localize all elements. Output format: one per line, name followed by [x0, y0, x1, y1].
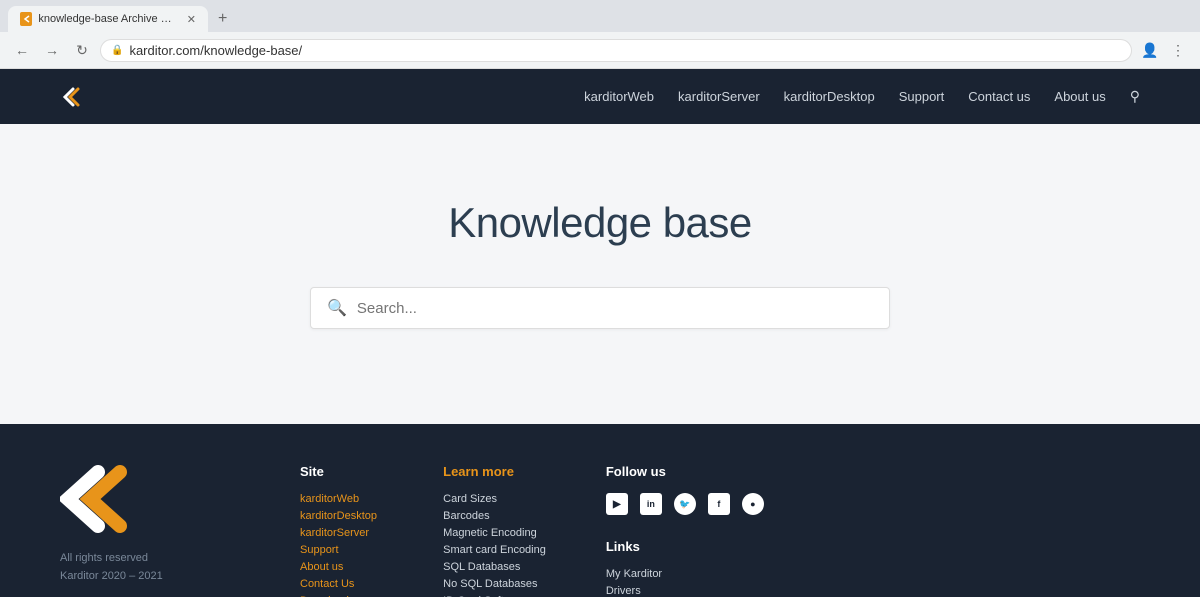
browser-tabs: knowledge-base Archive – Kardi ✕ +	[0, 0, 1200, 32]
browser-chrome: knowledge-base Archive – Kardi ✕ + ← → ↻…	[0, 0, 1200, 69]
tab-close-button[interactable]: ✕	[187, 13, 196, 26]
footer-learn-idcard[interactable]: ID Card Software	[443, 595, 546, 597]
links-col-title: Links	[606, 539, 764, 554]
footer-brand: All rights reservedKarditor 2020 – 2021 …	[60, 464, 260, 597]
follow-icons: ▶ in 🐦 f ●	[606, 493, 764, 515]
nav-link-karditorweb[interactable]: karditorWeb	[584, 89, 654, 104]
learn-col-title: Learn more	[443, 464, 546, 479]
footer-learn-sql[interactable]: SQL Databases	[443, 561, 546, 573]
address-bar[interactable]: 🔒	[100, 39, 1132, 62]
hero-section: Knowledge base 🔍	[0, 124, 1200, 424]
nav-links: karditorWeb karditorServer karditorDeskt…	[584, 88, 1140, 105]
footer-learn-barcodes[interactable]: Barcodes	[443, 510, 546, 522]
browser-toolbar: ← → ↻ 🔒 👤 ⋮	[0, 32, 1200, 68]
footer-follow-column: Follow us ▶ in 🐦 f ● Links My Karditor D…	[606, 464, 764, 597]
footer-logo	[60, 464, 140, 534]
lock-icon: 🔒	[111, 45, 123, 56]
site-col-title: Site	[300, 464, 383, 479]
page-title: Knowledge base	[448, 199, 752, 247]
nav-link-contact-us[interactable]: Contact us	[968, 89, 1030, 104]
footer-link-downloads[interactable]: Downloads	[300, 595, 383, 597]
tab-title: knowledge-base Archive – Kardi	[38, 13, 176, 25]
my-karditor-link[interactable]: My Karditor	[606, 568, 764, 580]
footer-learn-smartcard[interactable]: Smart card Encoding	[443, 544, 546, 556]
site-logo[interactable]	[60, 83, 88, 111]
youtube-icon[interactable]: ▶	[606, 493, 628, 515]
footer-learn-column: Learn more Card Sizes Barcodes Magnetic …	[443, 464, 546, 597]
footer-site-column: Site karditorWeb karditorDesktop kardito…	[300, 464, 383, 597]
footer-link-support[interactable]: Support	[300, 544, 383, 556]
new-tab-button[interactable]: +	[212, 8, 233, 30]
search-input[interactable]	[357, 300, 873, 317]
footer-columns: Site karditorWeb karditorDesktop kardito…	[300, 464, 1140, 597]
search-container: 🔍	[310, 287, 890, 329]
footer-learn-nosql[interactable]: No SQL Databases	[443, 578, 546, 590]
drivers-link[interactable]: Drivers	[606, 585, 764, 597]
toolbar-right: 👤 ⋮	[1138, 38, 1190, 62]
footer-link-karditorweb[interactable]: karditorWeb	[300, 493, 383, 505]
footer-learn-card-sizes[interactable]: Card Sizes	[443, 493, 546, 505]
follow-col-title: Follow us	[606, 464, 764, 479]
footer-link-karditordesktop[interactable]: karditorDesktop	[300, 510, 383, 522]
footer-link-karditorserver[interactable]: karditorServer	[300, 527, 383, 539]
facebook-icon[interactable]: f	[708, 493, 730, 515]
site-footer: All rights reservedKarditor 2020 – 2021 …	[0, 424, 1200, 597]
browser-tab: knowledge-base Archive – Kardi ✕	[8, 6, 208, 32]
site-navigation: karditorWeb karditorServer karditorDeskt…	[0, 69, 1200, 124]
twitter-icon[interactable]: 🐦	[674, 493, 696, 515]
instagram-icon[interactable]: ●	[742, 493, 764, 515]
footer-copyright: All rights reservedKarditor 2020 – 2021	[60, 550, 260, 585]
forward-button[interactable]: →	[40, 38, 64, 62]
nav-link-karditordesktop[interactable]: karditorDesktop	[784, 89, 875, 104]
url-input[interactable]	[129, 43, 1121, 58]
footer-link-about[interactable]: About us	[300, 561, 383, 573]
footer-learn-magnetic[interactable]: Magnetic Encoding	[443, 527, 546, 539]
tab-favicon	[20, 12, 32, 26]
nav-link-support[interactable]: Support	[899, 89, 945, 104]
back-button[interactable]: ←	[10, 38, 34, 62]
footer-link-contact[interactable]: Contact Us	[300, 578, 383, 590]
refresh-button[interactable]: ↻	[70, 38, 94, 62]
nav-search-icon[interactable]: ⚲	[1130, 88, 1140, 105]
nav-link-karditorserver[interactable]: karditorServer	[678, 89, 760, 104]
website: karditorWeb karditorServer karditorDeskt…	[0, 69, 1200, 597]
menu-button[interactable]: ⋮	[1166, 38, 1190, 62]
nav-link-about-us[interactable]: About us	[1054, 89, 1105, 104]
search-icon: 🔍	[327, 298, 347, 318]
linkedin-icon[interactable]: in	[640, 493, 662, 515]
profile-button[interactable]: 👤	[1138, 38, 1162, 62]
